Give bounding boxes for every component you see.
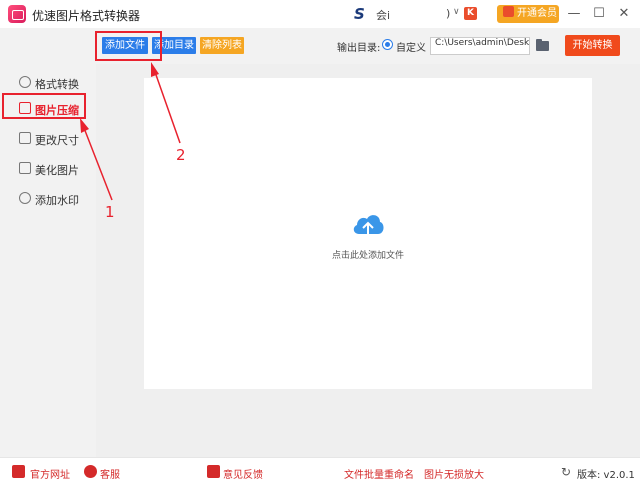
custom-radio[interactable] (382, 39, 393, 50)
vip-icon (503, 6, 514, 17)
annotation-number-1: 1 (105, 203, 115, 221)
vip-button[interactable]: 开通会员 (497, 5, 559, 23)
website-icon (12, 465, 25, 478)
version-text: 版本: v2.0.1 (577, 470, 635, 481)
folder-icon[interactable] (536, 39, 549, 51)
refresh-icon[interactable]: ↻ (561, 465, 571, 479)
annotation-box-2 (95, 31, 162, 61)
user-name[interactable]: 会i (376, 7, 390, 23)
format-convert-icon (19, 76, 31, 88)
file-drop-area[interactable]: 点击此处添加文件 (144, 78, 592, 389)
lossless-zoom-link[interactable]: 图片无损放大 (424, 466, 484, 481)
main-panel: 点击此处添加文件 (96, 64, 640, 457)
cloud-upload-icon (353, 215, 384, 238)
batch-rename-link[interactable]: 文件批量重命名 (344, 466, 414, 481)
clear-list-button[interactable]: 清除列表 (200, 37, 244, 54)
app-logo-icon (8, 5, 26, 23)
sidebar-item-beautify[interactable]: 美化图片 (0, 156, 96, 182)
watermark-icon (19, 192, 31, 204)
customer-service-icon (84, 465, 97, 478)
k-badge-icon[interactable]: K (464, 7, 477, 20)
vip-label: 开通会员 (517, 8, 557, 19)
minimize-button[interactable]: — (564, 4, 584, 24)
brand-s-icon: S (354, 5, 365, 23)
beautify-icon (19, 162, 31, 174)
annotation-box-1 (2, 93, 86, 119)
sidebar-item-label: 添加水印 (35, 194, 79, 207)
chevron-down-icon[interactable]: ∨ (453, 7, 460, 17)
annotation-number-2: 2 (176, 146, 186, 164)
sidebar: 格式转换 图片压缩 更改尺寸 美化图片 添加水印 (0, 64, 96, 457)
drop-hint-text: 点击此处添加文件 (331, 251, 404, 261)
close-button[interactable]: ✕ (614, 4, 634, 24)
customer-service-link[interactable]: 客服 (100, 466, 120, 481)
sidebar-item-label: 格式转换 (35, 78, 79, 91)
title-bar: 优速图片格式转换器 S 会i ) ∨ K 开通会员 — ☐ ✕ (0, 0, 640, 28)
feedback-icon (207, 465, 220, 478)
sidebar-item-resize[interactable]: 更改尺寸 (0, 126, 96, 152)
sidebar-item-watermark[interactable]: 添加水印 (0, 186, 96, 212)
output-dir-label: 输出目录: (337, 43, 381, 54)
title-mid-text: ) (446, 7, 451, 20)
feedback-link[interactable]: 意见反馈 (223, 466, 263, 481)
footer-bar: 官方网址 客服 意见反馈 文件批量重命名 图片无损放大 ↻ 版本: v2.0.1 (0, 457, 640, 486)
official-site-link[interactable]: 官方网址 (30, 466, 70, 481)
resize-icon (19, 132, 31, 144)
start-convert-button[interactable]: 开始转换 (565, 35, 620, 56)
custom-label: 自定义 (396, 43, 426, 54)
maximize-button[interactable]: ☐ (589, 4, 609, 24)
sidebar-item-label: 美化图片 (35, 164, 79, 177)
sidebar-item-label: 更改尺寸 (35, 134, 79, 147)
app-title: 优速图片格式转换器 (32, 9, 141, 23)
output-path-input[interactable]: C:\Users\admin\Deskto (430, 37, 530, 55)
